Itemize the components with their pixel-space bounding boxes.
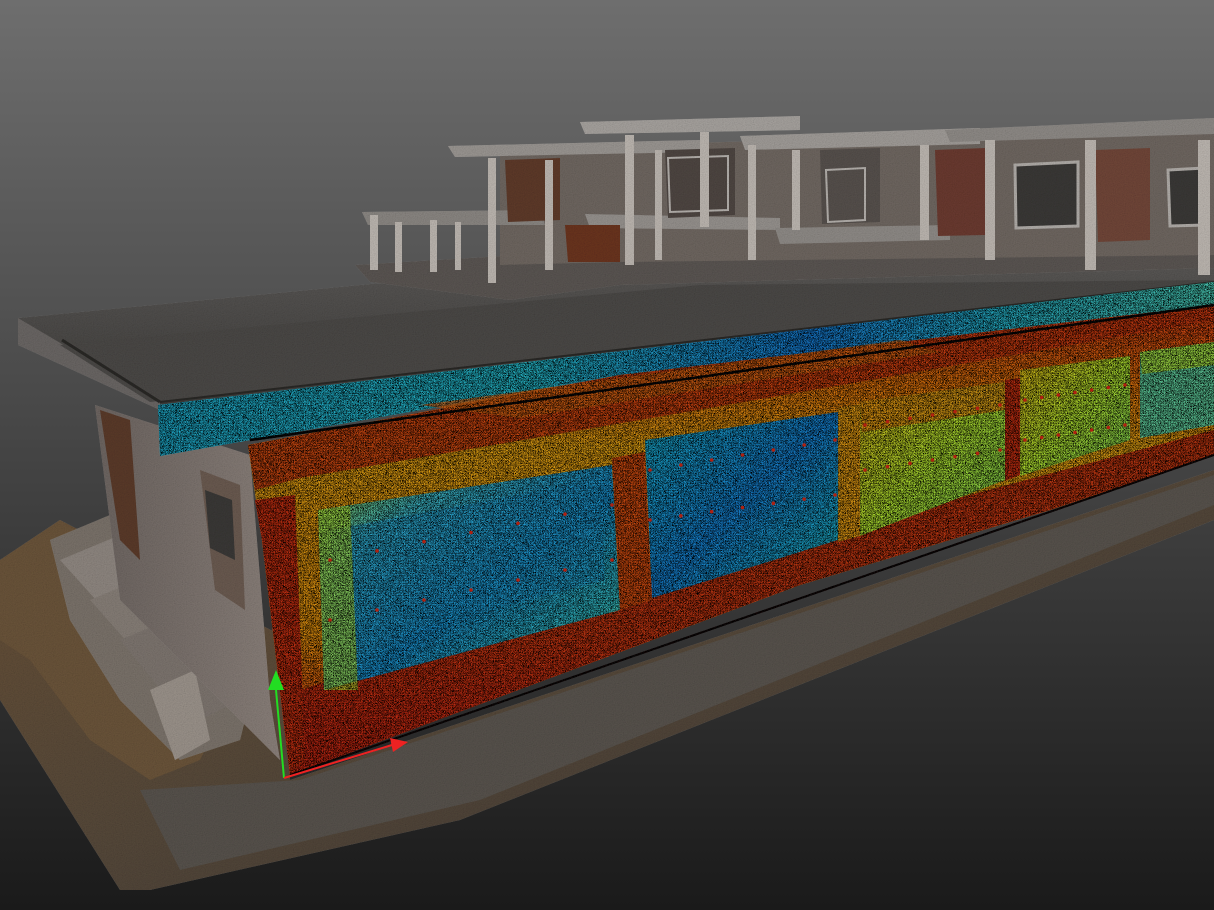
- tie-hole: [328, 558, 332, 562]
- tie-hole: [953, 454, 957, 459]
- column: [545, 160, 553, 270]
- tie-hole: [863, 423, 867, 427]
- tie-hole: [802, 443, 806, 447]
- column: [488, 158, 496, 283]
- tie-hole: [1056, 393, 1061, 397]
- tie-hole: [1039, 435, 1044, 440]
- column: [700, 132, 709, 227]
- column: [920, 145, 929, 240]
- column: [455, 222, 461, 270]
- tie-hole: [771, 501, 776, 506]
- tie-hole: [709, 509, 714, 514]
- column: [1198, 140, 1210, 275]
- tie-hole: [1123, 383, 1127, 387]
- column: [430, 220, 437, 272]
- tie-hole: [740, 453, 745, 457]
- tie-hole: [563, 512, 567, 516]
- tie-hole: [1073, 390, 1077, 395]
- column: [1085, 140, 1096, 270]
- tie-hole: [679, 514, 683, 518]
- tie-hole: [953, 409, 957, 414]
- tie-hole: [375, 608, 379, 612]
- tie-hole: [908, 461, 912, 466]
- tie-hole: [975, 451, 980, 456]
- tie-hole: [1106, 385, 1111, 390]
- tie-hole: [833, 493, 837, 497]
- tie-hole: [802, 497, 806, 501]
- tie-hole: [709, 458, 714, 462]
- tie-hole: [1089, 428, 1094, 432]
- tie-hole: [648, 468, 652, 472]
- column: [792, 150, 800, 230]
- tie-hole: [863, 468, 867, 472]
- tie-hole: [930, 413, 935, 417]
- tie-hole: [885, 419, 890, 424]
- tie-hole: [610, 558, 614, 562]
- tie-hole: [998, 448, 1002, 452]
- tie-hole: [833, 438, 837, 442]
- tie-hole: [740, 505, 745, 510]
- tie-hole: [1123, 423, 1127, 427]
- tie-hole: [516, 521, 520, 526]
- column: [655, 150, 662, 260]
- tie-hole: [610, 503, 614, 507]
- tie-hole: [648, 518, 652, 522]
- tie-hole: [328, 618, 332, 622]
- tie-hole: [1039, 395, 1044, 400]
- tie-hole: [422, 598, 426, 602]
- tie-hole: [1073, 430, 1077, 435]
- point-cloud-scene: [0, 0, 1214, 910]
- column: [370, 215, 378, 270]
- tie-hole: [908, 416, 912, 421]
- tie-hole: [422, 539, 426, 544]
- tie-hole: [1056, 433, 1061, 437]
- tie-hole: [930, 458, 935, 462]
- tie-hole: [885, 464, 890, 469]
- tie-hole: [975, 406, 980, 411]
- tie-hole: [1089, 388, 1094, 392]
- tie-hole: [375, 549, 379, 553]
- column: [748, 145, 756, 260]
- tie-hole: [469, 530, 473, 535]
- tie-hole: [516, 578, 520, 582]
- point-cloud-viewport[interactable]: [0, 0, 1214, 910]
- column: [395, 222, 402, 272]
- tie-hole: [771, 448, 776, 452]
- tie-hole: [1023, 438, 1027, 442]
- column: [985, 140, 995, 260]
- tie-hole: [563, 568, 567, 572]
- tie-hole: [1023, 398, 1027, 402]
- tie-hole: [679, 463, 683, 467]
- tie-hole: [469, 588, 473, 592]
- tie-hole: [1106, 425, 1111, 430]
- column: [625, 135, 634, 265]
- tie-hole: [998, 403, 1002, 407]
